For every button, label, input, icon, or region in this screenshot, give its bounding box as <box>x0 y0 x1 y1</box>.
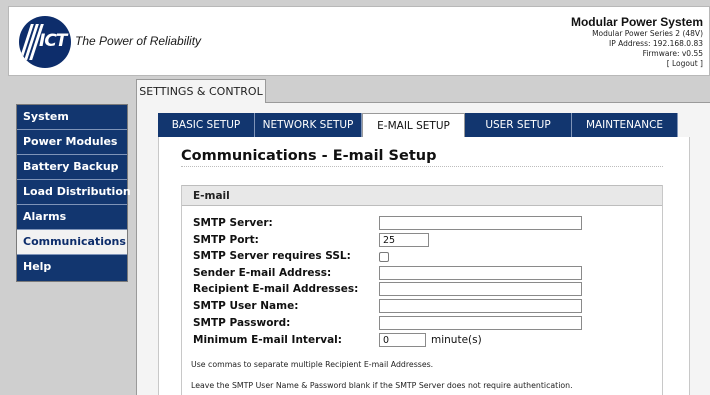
tab-email-setup[interactable]: E-MAIL SETUP <box>362 113 465 137</box>
ip-address: IP Address: 192.168.0.83 <box>609 39 703 48</box>
section-title: E-mail <box>182 185 662 206</box>
smtp-server-input[interactable] <box>379 216 582 230</box>
smtp-user-row: SMTP User Name: <box>193 299 663 313</box>
recipient-emails-label: Recipient E-mail Addresses: <box>193 283 359 295</box>
logout-link[interactable]: [ Logout ] <box>571 59 703 69</box>
brand-tagline: The Power of Reliability <box>75 34 202 48</box>
smtp-password-row: SMTP Password: <box>193 316 663 330</box>
smtp-server-label: SMTP Server: <box>193 217 273 229</box>
sidebar-item-load-distribution[interactable]: Load Distribution <box>17 180 131 205</box>
sidebar-item-system[interactable]: System <box>17 105 127 130</box>
tab-user-setup[interactable]: USER SETUP <box>465 113 572 137</box>
page-header: ICT The Power of Reliability Modular Pow… <box>8 6 710 76</box>
interval-row: Minimum E-mail Interval: minute(s) <box>193 333 663 347</box>
sidebar-item-power-modules[interactable]: Power Modules <box>17 130 127 155</box>
auth-note: Leave the SMTP User Name & Password blan… <box>191 381 573 390</box>
smtp-port-input[interactable] <box>379 233 429 247</box>
page-title: Communications - E-mail Setup <box>181 148 437 164</box>
tab-basic-setup[interactable]: BASIC SETUP <box>158 113 255 137</box>
tab-maintenance[interactable]: MAINTENANCE <box>572 113 678 137</box>
sidebar-item-alarms[interactable]: Alarms <box>17 205 127 230</box>
firmware-version: Firmware: v0.55 <box>642 49 703 58</box>
sidebar-item-battery-backup[interactable]: Battery Backup <box>17 155 127 180</box>
system-model: Modular Power Series 2 (48V) <box>592 29 703 38</box>
email-setup-content: Communications - E-mail Setup E-mail SMT… <box>158 137 690 395</box>
smtp-ssl-checkbox[interactable] <box>379 252 389 262</box>
recipient-emails-input[interactable] <box>379 282 582 296</box>
smtp-port-label: SMTP Port: <box>193 234 259 246</box>
smtp-user-label: SMTP User Name: <box>193 300 299 312</box>
ict-logo: ICT <box>19 16 71 68</box>
smtp-ssl-label: SMTP Server requires SSL: <box>193 250 351 262</box>
smtp-ssl-row: SMTP Server requires SSL: <box>193 249 663 263</box>
smtp-server-row: SMTP Server: <box>193 216 663 230</box>
smtp-password-input[interactable] <box>379 316 582 330</box>
tab-settings-control[interactable]: SETTINGS & CONTROL <box>136 79 266 103</box>
interval-unit: minute(s) <box>431 334 482 346</box>
interval-label: Minimum E-mail Interval: <box>193 334 342 346</box>
sidebar-nav: System Power Modules Battery Backup Load… <box>16 104 131 282</box>
sidebar-item-help[interactable]: Help <box>17 255 127 281</box>
system-info: Modular Power System Modular Power Serie… <box>571 15 703 69</box>
tab-network-setup[interactable]: NETWORK SETUP <box>255 113 362 137</box>
sender-email-label: Sender E-mail Address: <box>193 267 332 279</box>
recipient-row: Recipient E-mail Addresses: <box>193 282 663 296</box>
sidebar-item-communications[interactable]: Communications <box>17 230 127 255</box>
interval-input[interactable] <box>379 333 426 347</box>
smtp-user-input[interactable] <box>379 299 582 313</box>
recipient-note: Use commas to separate multiple Recipien… <box>191 360 434 369</box>
logo-text: ICT <box>39 31 67 51</box>
sender-row: Sender E-mail Address: <box>193 266 663 280</box>
system-title: Modular Power System <box>570 15 703 29</box>
smtp-port-row: SMTP Port: <box>193 233 663 247</box>
sender-email-input[interactable] <box>379 266 582 280</box>
smtp-password-label: SMTP Password: <box>193 317 291 329</box>
email-section: E-mail SMTP Server: SMTP Port: SMTP Serv… <box>181 185 663 395</box>
title-divider <box>181 166 663 167</box>
subtab-bar: BASIC SETUP NETWORK SETUP E-MAIL SETUP U… <box>158 113 678 137</box>
